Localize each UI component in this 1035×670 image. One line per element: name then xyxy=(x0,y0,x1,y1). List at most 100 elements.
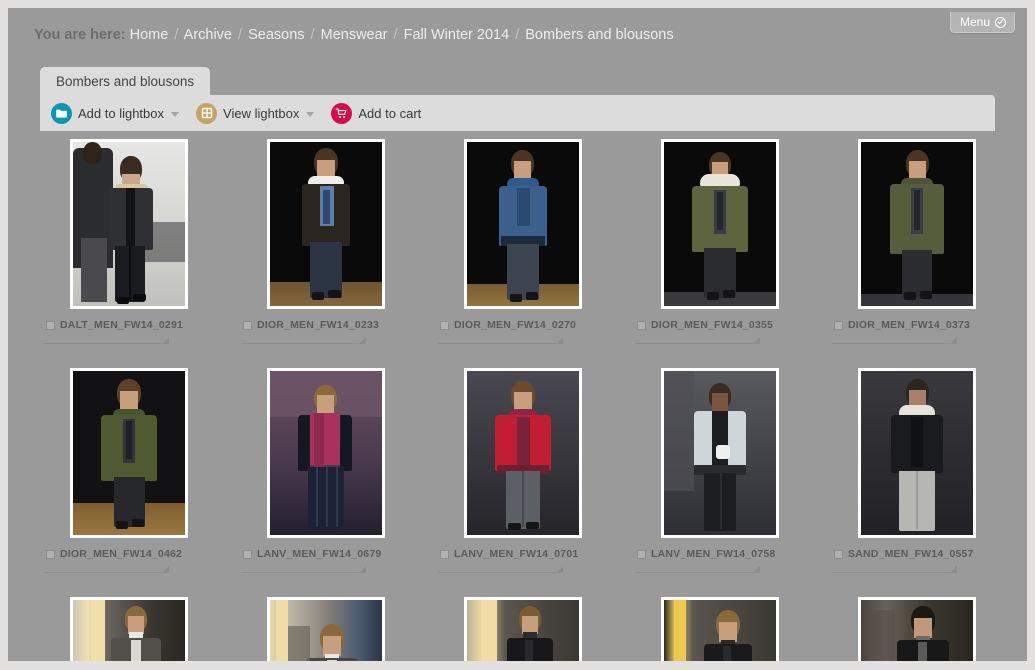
thumbnail-image[interactable] xyxy=(267,597,385,662)
thumbnail-tile xyxy=(237,597,415,662)
breadcrumb-separator: / xyxy=(174,27,179,43)
thumbnail-image[interactable] xyxy=(858,139,976,309)
thumbnail-caption: LANV_MEN_FW14_0758 xyxy=(631,547,809,561)
breadcrumb: You are here: Home / Archive / Seasons /… xyxy=(34,25,674,45)
thumbnail-checkbox[interactable] xyxy=(46,549,55,559)
thumbnail-tile: SAND_MEN_FW14_0557 xyxy=(828,368,1006,574)
target-check-icon xyxy=(995,16,1006,28)
page-canvas: Menu You are here: Home / Archive / Seas… xyxy=(8,8,1027,662)
thumbnail-image-wrap xyxy=(828,368,1006,542)
breadcrumb-separator: / xyxy=(515,27,520,43)
thumbnail-checkbox[interactable] xyxy=(440,320,449,330)
thumbnail-image-wrap xyxy=(631,368,809,542)
thumbnail-checkbox[interactable] xyxy=(243,549,252,559)
thumbnail-image-wrap xyxy=(434,139,612,313)
thumbnail-image[interactable] xyxy=(70,139,188,309)
add-to-lightbox-label: Add to lightbox xyxy=(78,105,165,121)
thumbnail-divider xyxy=(44,338,169,345)
thumbnail-checkbox[interactable] xyxy=(637,549,646,559)
thumbnail-image[interactable] xyxy=(661,368,779,538)
chevron-down-icon[interactable] xyxy=(171,111,180,117)
add-to-lightbox-button[interactable]: Add to lightbox xyxy=(51,102,180,124)
thumbnail-caption: DIOR_MEN_FW14_0355 xyxy=(631,318,809,332)
thumbnail-tile: DIOR_MEN_FW14_0233 xyxy=(237,139,415,345)
thumbnail-tile: LANV_MEN_FW14_0758 xyxy=(631,368,809,574)
app-frame: Menu You are here: Home / Archive / Seas… xyxy=(0,0,1035,670)
thumbnail-checkbox[interactable] xyxy=(243,320,252,330)
add-to-cart-button[interactable]: Add to cart xyxy=(331,102,422,124)
breadcrumb-prefix: You are here: xyxy=(34,27,126,43)
thumbnail-divider xyxy=(635,567,760,574)
thumbnail-tile xyxy=(434,597,612,662)
thumbnail-checkbox[interactable] xyxy=(637,320,646,330)
grid-row: DIOR_MEN_FW14_0462 LANV_MEN_FW14_0679 LA… xyxy=(40,368,1027,574)
breadcrumb-separator: / xyxy=(310,27,315,43)
thumbnail-image[interactable] xyxy=(267,368,385,538)
thumbnail-tile xyxy=(40,597,218,662)
thumbnail-tile: LANV_MEN_FW14_0701 xyxy=(434,368,612,574)
thumbnail-filename: DALT_MEN_FW14_0291 xyxy=(60,319,184,331)
thumbnail-image[interactable] xyxy=(70,368,188,538)
thumbnail-caption: SAND_MEN_FW14_0557 xyxy=(828,547,1006,561)
thumbnail-image[interactable] xyxy=(464,368,582,538)
thumbnail-image[interactable] xyxy=(661,597,779,662)
thumbnail-divider xyxy=(241,567,366,574)
view-lightbox-label: View lightbox xyxy=(223,105,300,121)
thumbnail-caption: DIOR_MEN_FW14_0233 xyxy=(237,318,415,332)
thumbnail-image-wrap xyxy=(828,139,1006,313)
thumbnail-filename: DIOR_MEN_FW14_0270 xyxy=(454,319,577,331)
thumbnail-checkbox[interactable] xyxy=(834,549,843,559)
menu-button-label: Menu xyxy=(959,15,990,29)
thumbnail-image[interactable] xyxy=(858,597,976,662)
thumbnail-tile xyxy=(828,597,1006,662)
menu-button[interactable]: Menu xyxy=(949,12,1015,33)
thumbnail-image[interactable] xyxy=(661,139,779,309)
chevron-down-icon[interactable] xyxy=(306,111,315,117)
grid-row: DALT_MEN_FW14_0291 DIOR_MEN_FW14_0233 DI… xyxy=(40,139,1027,345)
thumbnail-filename: LANV_MEN_FW14_0758 xyxy=(651,548,776,560)
thumbnail-checkbox[interactable] xyxy=(440,549,449,559)
thumbnail-image[interactable] xyxy=(858,368,976,538)
breadcrumb-item-seasons[interactable]: Seasons xyxy=(248,27,304,43)
horizontal-scrollbar[interactable] xyxy=(8,661,1027,670)
tab-bar: Bombers and blousons xyxy=(40,67,211,95)
thumbnail-divider xyxy=(635,338,760,345)
thumbnail-caption: DIOR_MEN_FW14_0270 xyxy=(434,318,612,332)
thumbnail-tile: DIOR_MEN_FW14_0270 xyxy=(434,139,612,345)
breadcrumb-item-menswear[interactable]: Menswear xyxy=(321,27,388,43)
thumbnail-filename: LANV_MEN_FW14_0679 xyxy=(257,548,382,560)
thumbnail-tile: DALT_MEN_FW14_0291 xyxy=(40,139,218,345)
thumbnail-checkbox[interactable] xyxy=(46,320,55,330)
thumbnail-image-wrap xyxy=(237,139,415,313)
breadcrumb-item-home[interactable]: Home xyxy=(130,27,169,43)
thumbnail-tile: DIOR_MEN_FW14_0462 xyxy=(40,368,218,574)
thumbnail-caption: DIOR_MEN_FW14_0373 xyxy=(828,318,1006,332)
grid-icon xyxy=(196,102,218,124)
view-lightbox-button[interactable]: View lightbox xyxy=(196,102,315,124)
thumbnail-image[interactable] xyxy=(464,139,582,309)
thumbnail-caption: LANV_MEN_FW14_0679 xyxy=(237,547,415,561)
breadcrumb-item-fall-winter-2014[interactable]: Fall Winter 2014 xyxy=(404,27,510,43)
thumbnail-image[interactable] xyxy=(464,597,582,662)
thumbnail-divider xyxy=(438,567,563,574)
thumbnail-image-wrap xyxy=(40,597,218,662)
thumbnail-divider xyxy=(832,567,957,574)
toolbar: Add to lightbox View lightbox Add to car… xyxy=(40,95,995,131)
tab-bombers-and-blousons[interactable]: Bombers and blousons xyxy=(40,67,211,95)
thumbnail-image[interactable] xyxy=(267,139,385,309)
thumbnail-image[interactable] xyxy=(70,597,188,662)
thumbnail-tile: DIOR_MEN_FW14_0355 xyxy=(631,139,809,345)
thumbnail-checkbox[interactable] xyxy=(834,320,843,330)
thumbnail-caption: LANV_MEN_FW14_0701 xyxy=(434,547,612,561)
thumbnail-image-wrap xyxy=(40,139,218,313)
thumbnail-image-wrap xyxy=(631,597,809,662)
thumbnail-divider xyxy=(832,338,957,345)
tab-label: Bombers and blousons xyxy=(56,73,195,89)
thumbnail-grid: DALT_MEN_FW14_0291 DIOR_MEN_FW14_0233 DI… xyxy=(40,139,1027,662)
breadcrumb-item-archive[interactable]: Archive xyxy=(184,27,232,43)
thumbnail-filename: DIOR_MEN_FW14_0462 xyxy=(60,548,183,560)
thumbnail-tile: LANV_MEN_FW14_0679 xyxy=(237,368,415,574)
thumbnail-filename: DIOR_MEN_FW14_0355 xyxy=(651,319,774,331)
add-to-cart-label: Add to cart xyxy=(358,105,422,121)
breadcrumb-separator: / xyxy=(238,27,243,43)
